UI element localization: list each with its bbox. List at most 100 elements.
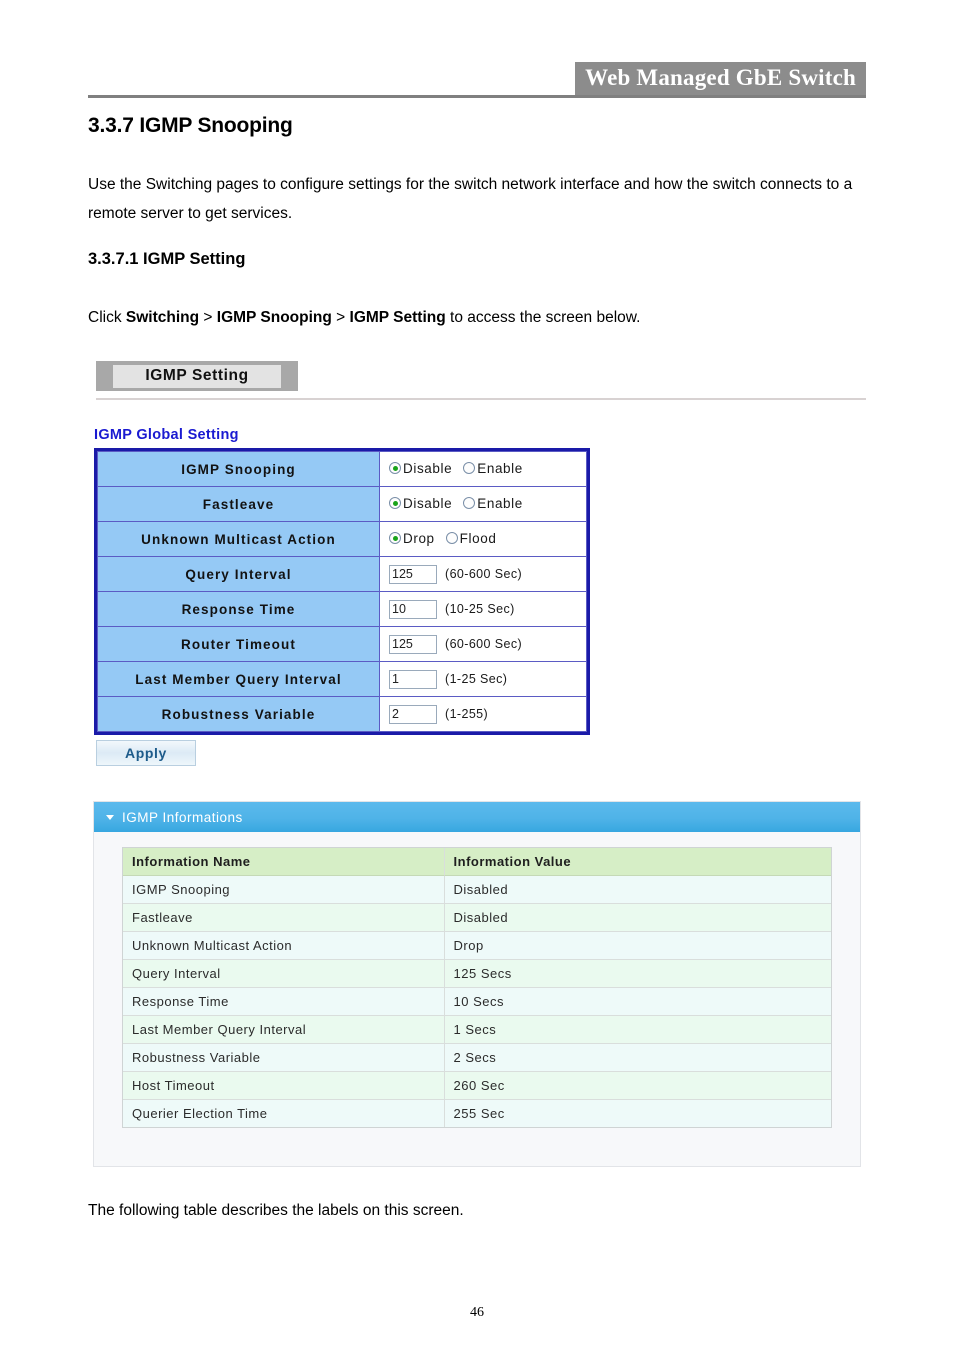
radio-option[interactable]: Drop [389, 531, 435, 546]
range-hint: (1-25 Sec) [445, 672, 508, 686]
settings-row-label: Last Member Query Interval [97, 661, 380, 697]
igmp-informations-title: IGMP Informations [122, 809, 243, 825]
settings-text-input[interactable] [389, 669, 437, 689]
radio-button-icon[interactable] [445, 532, 458, 545]
information-value-cell: 260 Sec [444, 1072, 831, 1100]
igmp-global-setting-table: IGMP Snooping Disable Enable Fastleave Disab… [94, 448, 590, 735]
information-name-cell: Host Timeout [123, 1072, 445, 1100]
information-name-cell: Unknown Multicast Action [123, 932, 445, 960]
information-name-cell: Query Interval [123, 960, 445, 988]
information-value-cell: 255 Sec [444, 1100, 831, 1127]
click-prefix: Click [88, 309, 126, 326]
settings-row-label: Query Interval [97, 556, 380, 592]
radio-option[interactable]: Disable [389, 496, 452, 511]
settings-text-input[interactable] [389, 704, 437, 724]
settings-row: Router Timeout (60-600 Sec) [97, 626, 587, 662]
settings-row: Response Time (10-25 Sec) [97, 591, 587, 627]
tab-underline-divider [96, 398, 866, 400]
information-name-cell: Robustness Variable [123, 1044, 445, 1072]
igmp-informations-panel-header[interactable]: IGMP Informations [94, 802, 860, 832]
information-value-cell: 125 Secs [444, 960, 831, 988]
information-value-cell: Disabled [444, 904, 831, 932]
header-rule [88, 95, 866, 98]
settings-row-label: IGMP Snooping [97, 451, 380, 487]
column-header-information-name: Information Name [123, 848, 445, 876]
subsection-title: 3.3.7.1 IGMP Setting [88, 250, 246, 268]
information-value-cell: Disabled [444, 876, 831, 904]
information-name-cell: Querier Election Time [123, 1100, 445, 1127]
screen-tabstrip: IGMP Setting [96, 361, 298, 391]
settings-row-label: Router Timeout [97, 626, 380, 662]
click-path-paragraph: Click Switching > IGMP Snooping > IGMP S… [88, 303, 864, 332]
settings-row-label: Response Time [97, 591, 380, 627]
radio-option[interactable]: Enable [463, 461, 523, 476]
settings-row: IGMP Snooping Disable Enable [97, 451, 587, 487]
range-hint: (10-25 Sec) [445, 602, 515, 616]
settings-row-label: Unknown Multicast Action [97, 521, 380, 557]
settings-row-control: Disable Enable [379, 486, 587, 522]
igmp-informations-table-body: IGMP Snooping Disabled Fastleave Disabled Un… [123, 876, 831, 1127]
settings-row-control: (60-600 Sec) [379, 556, 587, 592]
settings-text-input[interactable] [389, 634, 437, 654]
settings-row: Query Interval (60-600 Sec) [97, 556, 587, 592]
tab-igmp-setting[interactable]: IGMP Setting [113, 364, 281, 388]
settings-row-control: Disable Enable [379, 451, 587, 487]
radio-option[interactable]: Disable [389, 461, 452, 476]
radio-option[interactable]: Enable [463, 496, 523, 511]
radio-option[interactable]: Flood [445, 531, 497, 546]
settings-row-control: (1-255) [379, 696, 587, 732]
settings-row-control: (10-25 Sec) [379, 591, 587, 627]
click-sep-2: > [331, 309, 350, 326]
radio-button-icon[interactable] [389, 532, 401, 545]
apply-button[interactable]: Apply [96, 740, 196, 766]
radio-group: Disable Enable [389, 496, 534, 511]
settings-text-input[interactable] [389, 599, 437, 619]
click-path-igmp-snooping: IGMP Snooping [216, 309, 332, 326]
settings-row: Fastleave Disable Enable [97, 486, 587, 522]
table-row: Fastleave Disabled [123, 904, 831, 932]
information-name-cell: IGMP Snooping [123, 876, 445, 904]
radio-button-icon[interactable] [389, 497, 401, 510]
page-number: 46 [470, 1305, 484, 1320]
igmp-global-setting-label: IGMP Global Setting [94, 427, 239, 443]
settings-row-control: (60-600 Sec) [379, 626, 587, 662]
table-row: Response Time 10 Secs [123, 988, 831, 1016]
radio-button-icon[interactable] [463, 497, 476, 510]
settings-text-input[interactable] [389, 564, 437, 584]
settings-row-control: Drop Flood [379, 521, 587, 557]
igmp-informations-panel: IGMP Informations Information Name Infor… [93, 801, 861, 1167]
page-header: Web Managed GbE Switch [88, 62, 866, 102]
table-row: Querier Election Time 255 Sec [123, 1100, 831, 1127]
information-value-cell: Drop [444, 932, 831, 960]
igmp-informations-table-head: Information Name Information Value [123, 848, 831, 876]
header-title-box: Web Managed GbE Switch [575, 62, 866, 95]
table-row: Last Member Query Interval 1 Secs [123, 1016, 831, 1044]
table-row: Robustness Variable 2 Secs [123, 1044, 831, 1072]
igmp-informations-body: Information Name Information Value IGMP … [94, 832, 860, 1166]
radio-option-label: Enable [477, 460, 523, 476]
information-name-cell: Last Member Query Interval [123, 1016, 445, 1044]
radio-option-label: Drop [403, 530, 435, 546]
range-hint: (60-600 Sec) [445, 567, 523, 581]
table-row: IGMP Snooping Disabled [123, 876, 831, 904]
radio-option-label: Disable [403, 495, 453, 511]
igmp-informations-table: Information Name Information Value IGMP … [122, 847, 832, 1128]
caret-down-icon[interactable] [106, 814, 114, 820]
header-title: Web Managed GbE Switch [585, 65, 856, 90]
column-header-information-value: Information Value [444, 848, 831, 876]
radio-option-label: Enable [477, 495, 523, 511]
information-value-cell: 10 Secs [444, 988, 831, 1016]
settings-row-label: Robustness Variable [97, 696, 380, 732]
range-hint: (60-600 Sec) [445, 637, 523, 651]
settings-row: Robustness Variable (1-255) [97, 696, 587, 732]
radio-group: Drop Flood [389, 531, 507, 546]
radio-button-icon[interactable] [463, 462, 476, 475]
radio-group: Disable Enable [389, 461, 534, 476]
information-name-cell: Response Time [123, 988, 445, 1016]
radio-button-icon[interactable] [389, 462, 401, 475]
settings-row: Last Member Query Interval (1-25 Sec) [97, 661, 587, 697]
range-hint: (1-255) [445, 707, 489, 721]
click-suffix: to access the screen below. [445, 309, 641, 326]
click-path-igmp-setting: IGMP Setting [349, 309, 446, 326]
information-value-cell: 1 Secs [444, 1016, 831, 1044]
